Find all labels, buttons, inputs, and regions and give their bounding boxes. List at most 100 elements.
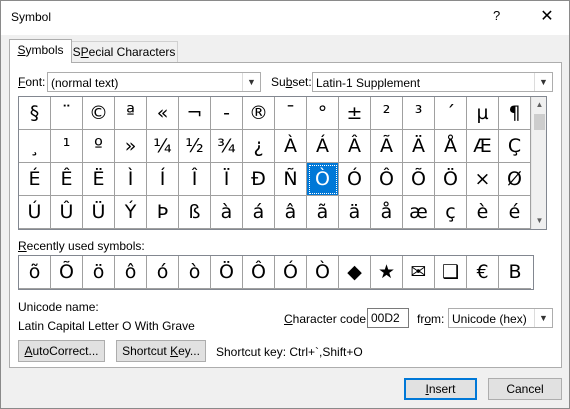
close-icon[interactable]: ✕	[533, 5, 561, 29]
symbol-cell[interactable]: «	[147, 97, 179, 130]
symbol-cell[interactable]: ª	[115, 97, 147, 130]
symbol-cell[interactable]: à	[211, 196, 243, 229]
symbol-cell[interactable]: ä	[339, 196, 371, 229]
recent-symbol-cell[interactable]: ◆	[339, 256, 371, 289]
chevron-down-icon[interactable]: ▼	[534, 309, 552, 327]
recent-symbol-cell[interactable]: Ô	[243, 256, 275, 289]
symbol-cell[interactable]: º	[83, 130, 115, 163]
scroll-down-icon[interactable]: ▼	[532, 213, 546, 229]
font-select[interactable]: (normal text) ▼	[47, 72, 261, 92]
symbol-cell-selected[interactable]: Ò	[307, 163, 339, 196]
font-label: Font:	[18, 75, 45, 89]
recent-symbol-cell[interactable]: ✉	[403, 256, 435, 289]
symbol-cell[interactable]: ¬	[179, 97, 211, 130]
symbol-cell[interactable]: ©	[83, 97, 115, 130]
symbol-cell[interactable]: Å	[435, 130, 467, 163]
recent-symbol-cell[interactable]: ö	[83, 256, 115, 289]
symbol-cell[interactable]: Í	[147, 163, 179, 196]
symbol-cell[interactable]: ¶	[499, 97, 531, 130]
symbol-cell[interactable]: è	[467, 196, 499, 229]
chevron-down-icon[interactable]: ▼	[534, 73, 552, 91]
symbol-cell[interactable]: Ø	[499, 163, 531, 196]
subset-select[interactable]: Latin-1 Supplement ▼	[312, 72, 553, 92]
symbol-cell[interactable]: Þ	[147, 196, 179, 229]
symbol-cell[interactable]: Ö	[435, 163, 467, 196]
symbol-cell[interactable]: Á	[307, 130, 339, 163]
symbol-cell[interactable]: µ	[467, 97, 499, 130]
symbol-cell[interactable]: À	[275, 130, 307, 163]
symbol-cell[interactable]: ´	[435, 97, 467, 130]
autocorrect-button[interactable]: AutoCorrect...	[18, 340, 105, 362]
symbol-cell[interactable]: Ä	[403, 130, 435, 163]
recent-symbol-cell[interactable]: ò	[179, 256, 211, 289]
shortcut-key-button[interactable]: Shortcut Key...	[116, 340, 206, 362]
tab-symbols[interactable]: Symbols	[9, 39, 72, 63]
recent-symbol-cell[interactable]: ★	[371, 256, 403, 289]
symbol-cell[interactable]: -	[211, 97, 243, 130]
symbol-cell[interactable]: §	[19, 97, 51, 130]
scroll-up-icon[interactable]: ▲	[532, 97, 546, 113]
symbol-cell[interactable]: å	[371, 196, 403, 229]
recent-symbol-cell[interactable]: €	[467, 256, 499, 289]
recent-symbol-cell[interactable]: ô	[115, 256, 147, 289]
symbol-cell[interactable]: ¹	[51, 130, 83, 163]
scroll-thumb[interactable]	[534, 114, 545, 130]
from-select[interactable]: Unicode (hex) ▼	[448, 308, 553, 328]
chevron-down-icon[interactable]: ▼	[242, 73, 260, 91]
symbol-cell[interactable]: ¼	[147, 130, 179, 163]
symbol-cell[interactable]: ×	[467, 163, 499, 196]
symbol-cell[interactable]: æ	[403, 196, 435, 229]
recent-symbol-cell[interactable]: B	[499, 256, 531, 289]
symbol-cell[interactable]: Ð	[243, 163, 275, 196]
symbol-cell[interactable]: â	[275, 196, 307, 229]
symbol-grid-scrollbar[interactable]: ▲ ▼	[531, 97, 546, 229]
recent-symbol-cell[interactable]: ❑	[435, 256, 467, 289]
recent-symbol-cell[interactable]: Ö	[211, 256, 243, 289]
symbol-cell[interactable]: ½	[179, 130, 211, 163]
symbol-cell[interactable]: ¨	[51, 97, 83, 130]
symbol-cell[interactable]: Ü	[83, 196, 115, 229]
symbol-cell[interactable]: °	[307, 97, 339, 130]
symbol-cell[interactable]: ß	[179, 196, 211, 229]
symbol-cell[interactable]: Ñ	[275, 163, 307, 196]
symbol-cell[interactable]: »	[115, 130, 147, 163]
symbol-cell[interactable]: Ô	[371, 163, 403, 196]
symbol-cell[interactable]: Ý	[115, 196, 147, 229]
symbol-cell[interactable]: á	[243, 196, 275, 229]
symbol-cell[interactable]: Ì	[115, 163, 147, 196]
symbol-cell[interactable]: Î	[179, 163, 211, 196]
symbol-cell[interactable]: Ú	[19, 196, 51, 229]
symbol-cell[interactable]: ¾	[211, 130, 243, 163]
character-code-input[interactable]: 00D2	[367, 308, 409, 328]
symbol-cell[interactable]: Û	[51, 196, 83, 229]
symbol-cell[interactable]: Â	[339, 130, 371, 163]
symbol-cell[interactable]: ç	[435, 196, 467, 229]
tab-special-characters[interactable]: SPecial Characters	[70, 41, 178, 63]
insert-button[interactable]: Insert	[404, 378, 477, 400]
symbol-cell[interactable]: Ã	[371, 130, 403, 163]
symbol-cell[interactable]: ¯	[275, 97, 307, 130]
help-icon[interactable]: ?	[493, 8, 500, 23]
symbol-cell[interactable]: ã	[307, 196, 339, 229]
recent-symbol-cell[interactable]: Õ	[51, 256, 83, 289]
symbol-cell[interactable]: Ë	[83, 163, 115, 196]
recent-symbol-cell[interactable]: õ	[19, 256, 51, 289]
symbol-cell[interactable]: Ç	[499, 130, 531, 163]
symbol-cell[interactable]: É	[19, 163, 51, 196]
symbol-cell[interactable]: Æ	[467, 130, 499, 163]
symbol-cell[interactable]: Õ	[403, 163, 435, 196]
symbol-cell[interactable]: Ê	[51, 163, 83, 196]
symbol-cell[interactable]: ³	[403, 97, 435, 130]
recent-symbol-cell[interactable]: Ó	[275, 256, 307, 289]
symbol-cell[interactable]: ²	[371, 97, 403, 130]
recent-symbol-cell[interactable]: Ò	[307, 256, 339, 289]
symbol-cell[interactable]: ®	[243, 97, 275, 130]
symbol-cell[interactable]: ±	[339, 97, 371, 130]
symbol-cell[interactable]: é	[499, 196, 531, 229]
recent-symbol-cell[interactable]: ó	[147, 256, 179, 289]
symbol-cell[interactable]: ¸	[19, 130, 51, 163]
symbol-cell[interactable]: Ï	[211, 163, 243, 196]
symbol-cell[interactable]: ¿	[243, 130, 275, 163]
symbol-cell[interactable]: Ó	[339, 163, 371, 196]
cancel-button[interactable]: Cancel	[488, 378, 562, 400]
